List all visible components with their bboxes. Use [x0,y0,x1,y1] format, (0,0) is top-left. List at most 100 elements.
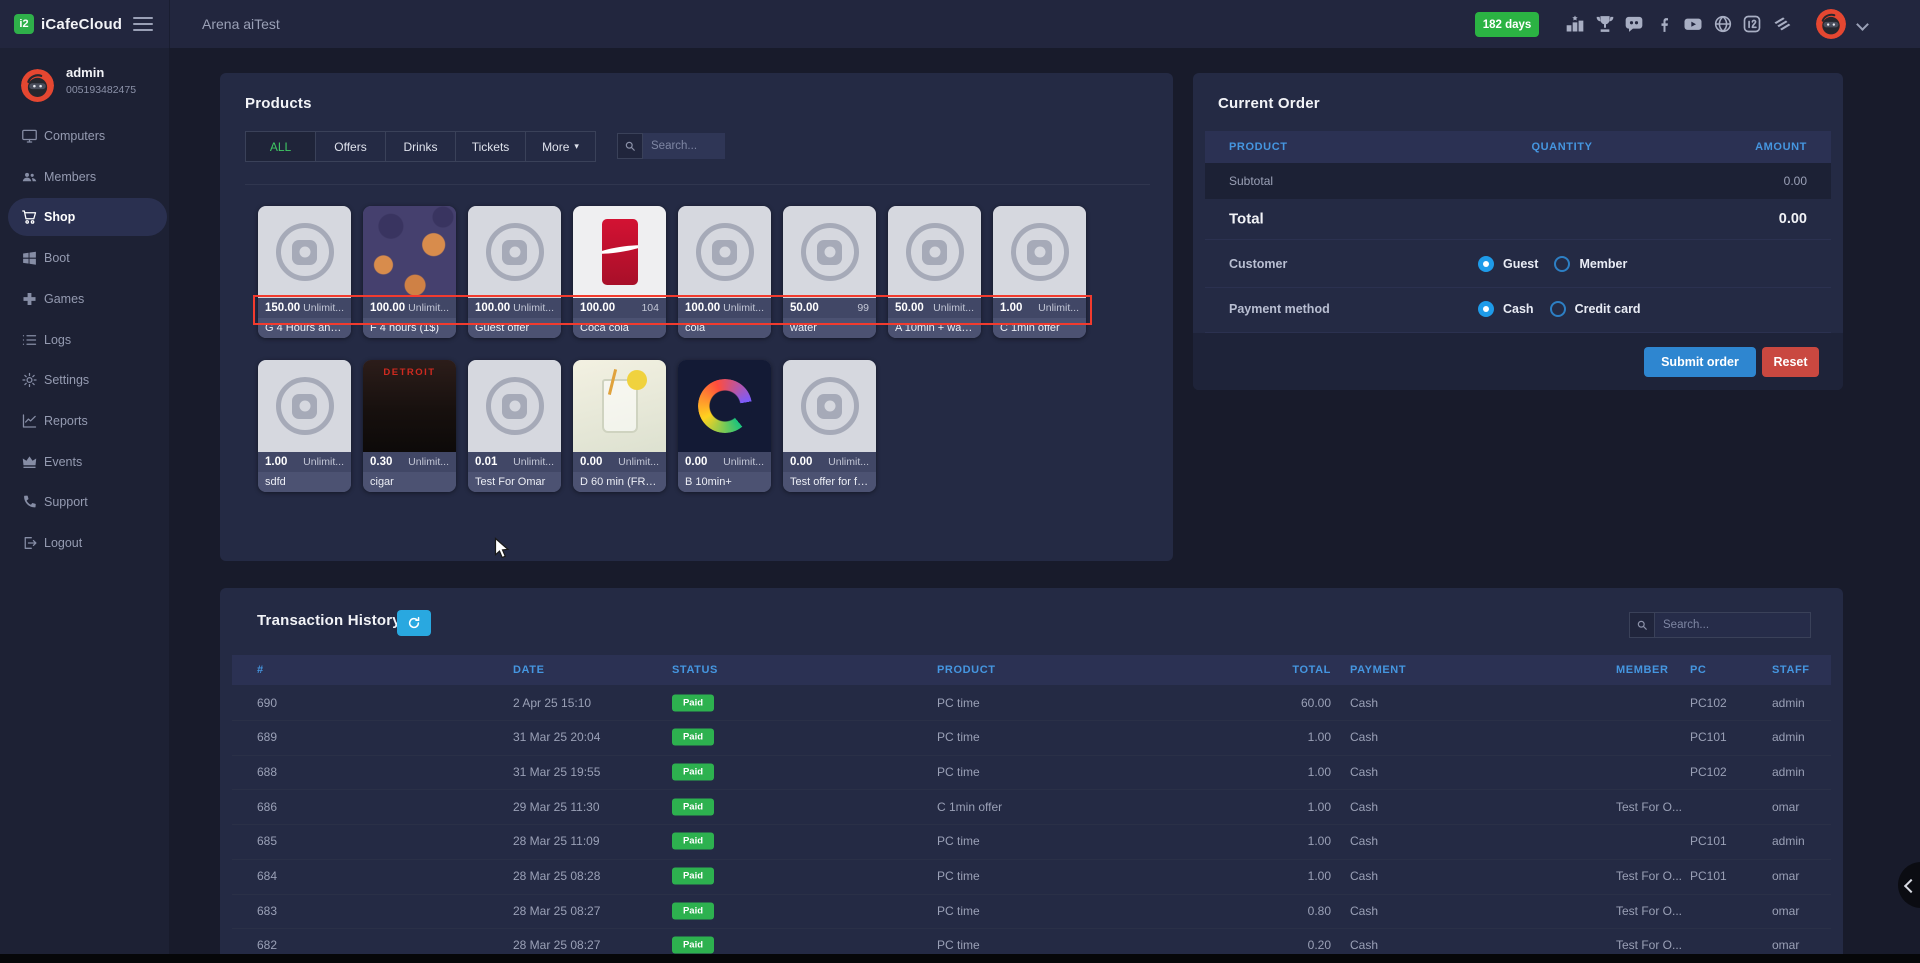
status-badge: Paid [672,694,714,711]
product-image [363,206,456,298]
product-card[interactable]: 100.00104Coca cola [573,206,666,338]
reset-button[interactable]: Reset [1762,347,1819,377]
user-avatar[interactable] [1816,9,1846,39]
product-card[interactable]: 50.00Unlimit...A 10min + water [888,206,981,338]
tx-total: 1.00 [1232,834,1331,848]
product-price: 1.00 [265,456,287,468]
trophy-icon[interactable] [1595,14,1615,34]
sidebar-item-games[interactable]: Games [0,279,169,319]
sidebar-item-computers[interactable]: Computers [0,116,169,156]
product-card[interactable]: DETROIT0.30Unlimit...cigar [363,360,456,492]
product-card[interactable]: 100.00Unlimit...cola [678,206,771,338]
status-badge: Paid [672,902,714,919]
sidebar-item-members[interactable]: Members [0,157,169,197]
transaction-row: 68831 Mar 25 19:55PaidPC time1.00CashPC1… [232,754,1831,790]
payment-radio-label[interactable]: Cash [1503,302,1534,316]
layers-icon[interactable] [1772,14,1792,34]
chevron-down-icon[interactable] [1856,18,1869,31]
facebook-icon[interactable] [1654,14,1674,34]
product-card[interactable]: 1.00Unlimit...C 1min offer [993,206,1086,338]
tx-payment: Cash [1350,938,1378,952]
sidebar-item-label: Boot [44,251,70,265]
menu-toggle-icon[interactable] [133,15,153,33]
license-days-badge[interactable]: 182 days [1475,12,1539,37]
product-image-placeholder [258,360,351,452]
product-card[interactable]: 50.0099water [783,206,876,338]
product-name: cigar [363,472,456,492]
product-card[interactable]: 150.00Unlimit...G 4 Hours and f... [258,206,351,338]
product-card[interactable]: 1.00Unlimit...sdfd [258,360,351,492]
product-name: Test For Omar [468,472,561,492]
camera-icon [486,377,544,435]
payment-radio-credit-card[interactable] [1550,301,1566,317]
brand[interactable]: i2 iCafeCloud [14,0,122,48]
sidebar-item-settings[interactable]: Settings [0,360,169,400]
product-name: Coca cola [573,318,666,338]
tx-pc: PC102 [1690,765,1727,779]
order-title: Current Order [1218,95,1320,112]
products-divider [245,184,1150,185]
submit-order-button[interactable]: Submit order [1644,347,1756,377]
tab-all[interactable]: ALL [245,131,316,162]
tx-payment: Cash [1350,834,1378,848]
product-image-placeholder [468,206,561,298]
payment-radio-label[interactable]: Credit card [1575,302,1641,316]
product-price-bar: 100.00Unlimit... [363,298,456,318]
product-card[interactable]: 100.00Unlimit...Guest offer [468,206,561,338]
total-label: Total [1229,211,1264,228]
sidebar-item-boot[interactable]: Boot [0,238,169,278]
sidebar-item-logout[interactable]: Logout [0,523,169,563]
globe-icon[interactable] [1713,14,1733,34]
transaction-history-panel: Transaction History #DATESTATUSPRODUCTTO… [220,588,1843,963]
sidebar-avatar[interactable] [21,69,54,102]
customer-radio-guest[interactable] [1478,256,1494,272]
tab-drinks[interactable]: Drinks [385,131,456,162]
products-search-input[interactable] [643,133,725,159]
sidebar-user-id: 005193482475 [66,84,136,96]
product-image-placeholder [678,206,771,298]
customer-radio-label[interactable]: Guest [1503,257,1538,271]
sidebar-item-label: Members [44,170,96,184]
sidebar-item-events[interactable]: Events [0,442,169,482]
tx-payment: Cash [1350,869,1378,883]
tab-offers[interactable]: Offers [315,131,386,162]
sidebar-item-support[interactable]: Support [0,482,169,522]
discord-icon[interactable] [1624,14,1644,34]
tx-id: 682 [257,938,277,952]
tx-status: Paid [672,729,714,746]
tx-staff: admin [1772,696,1805,710]
transaction-row: 6902 Apr 25 15:10PaidPC time60.00CashPC1… [232,685,1831,721]
camera-icon [276,223,334,281]
tx-status: Paid [672,694,714,711]
sidebar-item-shop[interactable]: Shop [0,197,169,237]
status-badge: Paid [672,763,714,780]
product-image [573,206,666,298]
camera-icon [276,377,334,435]
tx-product: PC time [937,834,980,848]
transactions-search-input[interactable] [1655,612,1811,638]
icafecloud-icon[interactable] [1742,14,1762,34]
tab-more[interactable]: More▾ [525,131,596,162]
product-card[interactable]: 0.00Unlimit...B 10min+ [678,360,771,492]
youtube-icon[interactable] [1683,14,1703,34]
sidebar-item-logs[interactable]: Logs [0,320,169,360]
product-price-bar: 0.30Unlimit... [363,452,456,472]
product-price-bar: 0.01Unlimit... [468,452,561,472]
payment-radio-cash[interactable] [1478,301,1494,317]
product-card[interactable]: 0.00Unlimit...D 60 min (FREE) [573,360,666,492]
customer-radio-member[interactable] [1554,256,1570,272]
refresh-button[interactable] [397,610,431,636]
product-card[interactable]: 0.00Unlimit...Test offer for fir... [783,360,876,492]
customer-radio-label[interactable]: Member [1579,257,1627,271]
tab-tickets[interactable]: Tickets [455,131,526,162]
refresh-icon [407,616,421,630]
ranking-icon[interactable] [1565,14,1585,34]
collapse-handle[interactable] [1898,862,1920,908]
caret-down-icon: ▾ [574,141,579,152]
product-card[interactable]: 100.00Unlimit...F 4 hours (1$) [363,206,456,338]
sidebar-item-reports[interactable]: Reports [0,401,169,441]
product-card[interactable]: 0.01Unlimit...Test For Omar [468,360,561,492]
chevron-left-icon [1904,879,1918,893]
chart-icon [21,412,38,429]
product-price: 50.00 [790,302,819,314]
